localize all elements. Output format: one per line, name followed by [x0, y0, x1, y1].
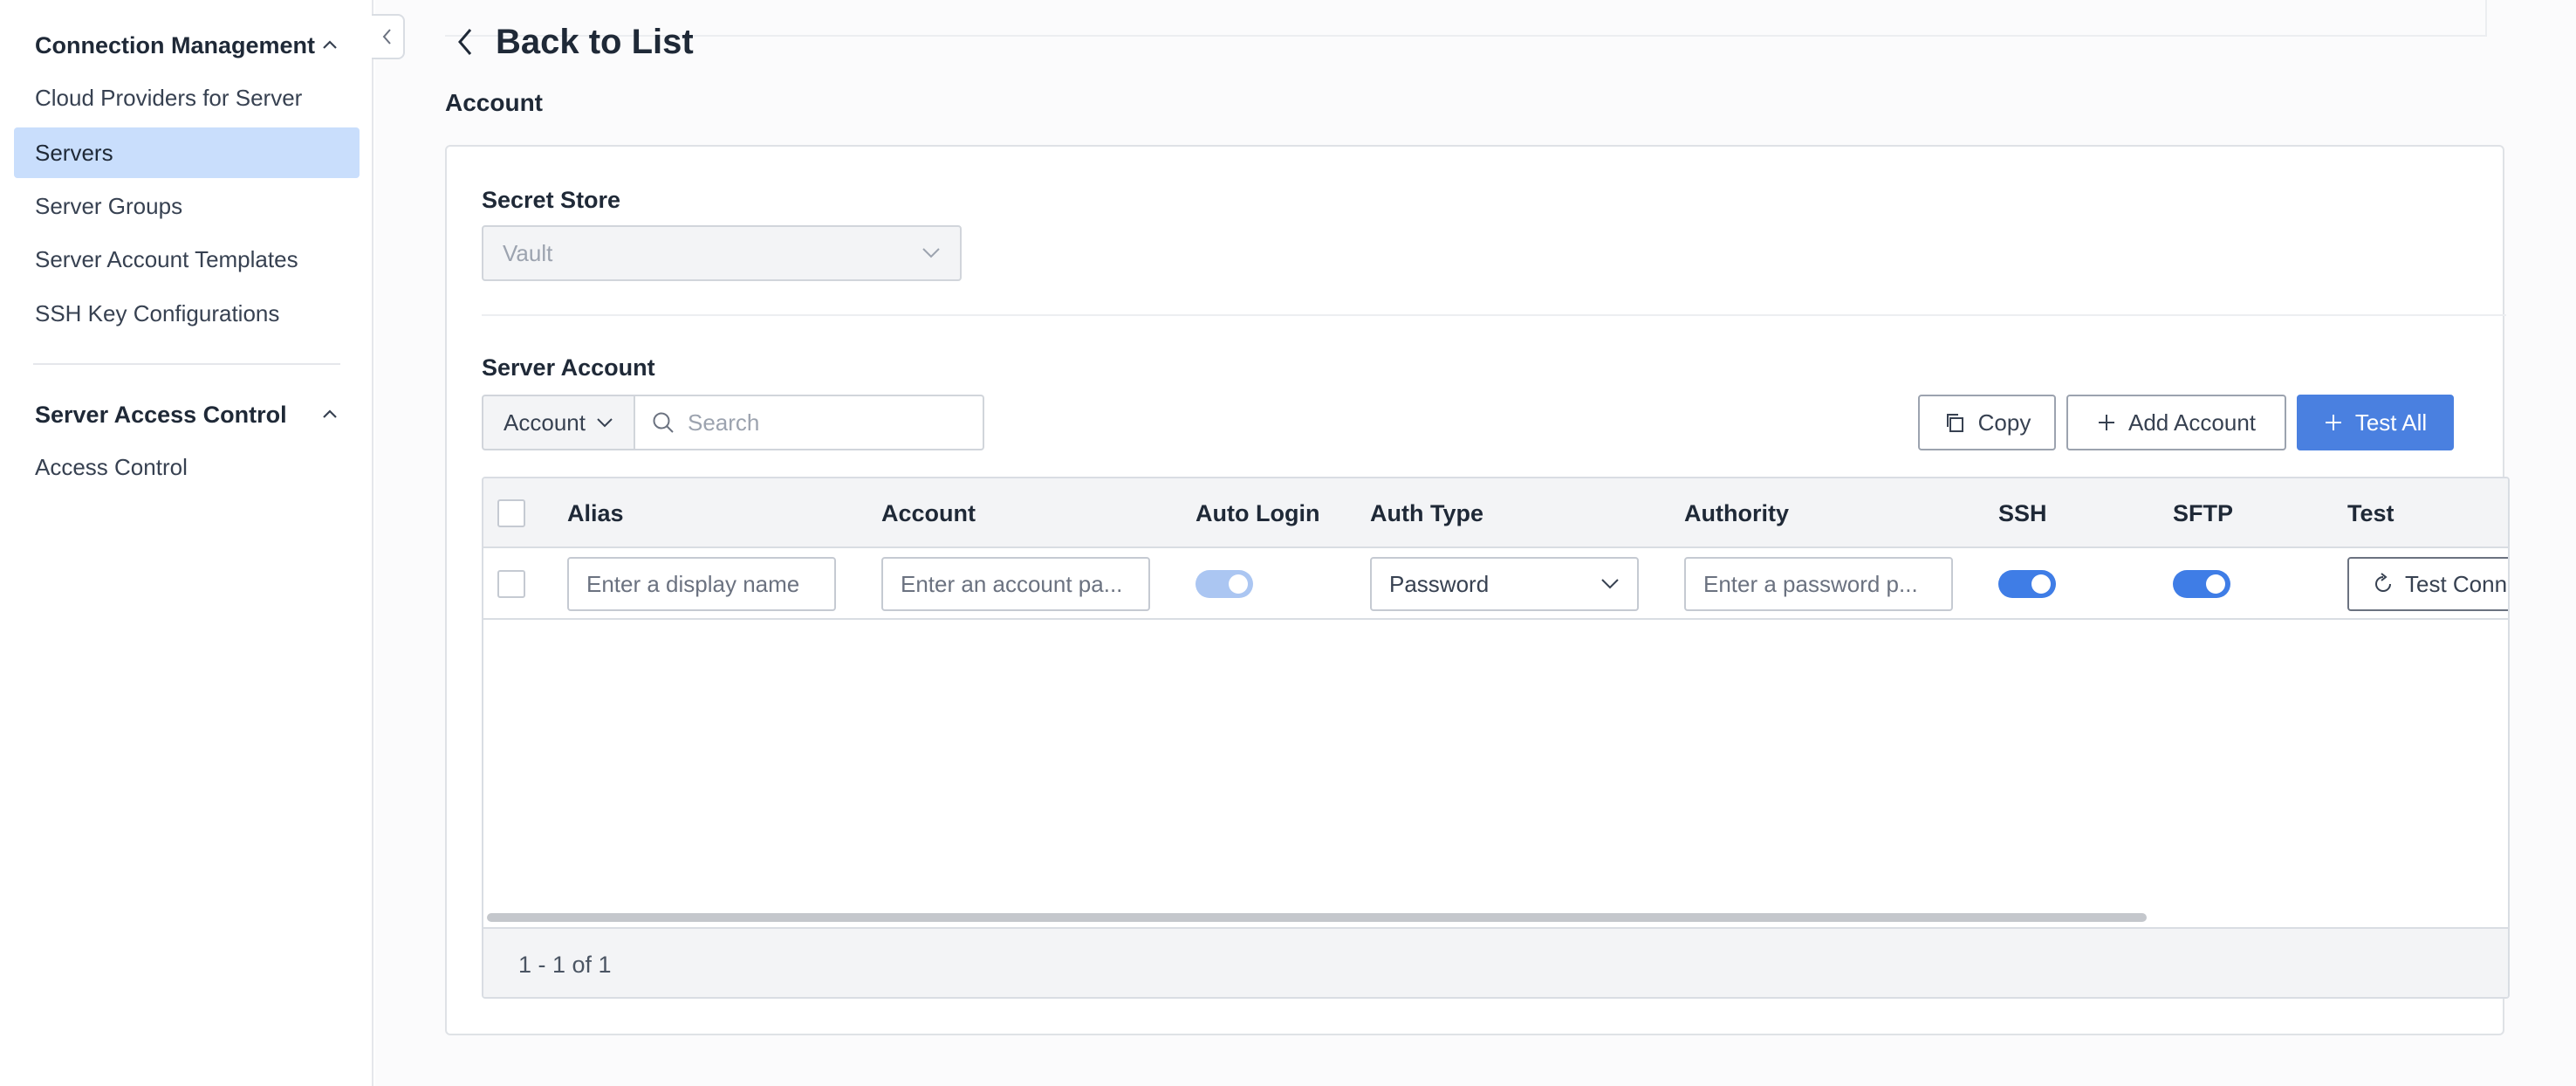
secret-store-label: Secret Store — [482, 187, 621, 213]
table-row: Password Test Conn — [483, 548, 2508, 620]
top-strip — [445, 0, 2487, 37]
copy-icon — [1946, 414, 1963, 432]
copy-button[interactable]: Copy — [1918, 395, 2056, 450]
table-footer: 1 - 1 of 1 — [483, 927, 2508, 997]
section-divider — [482, 314, 2506, 316]
plus-icon — [2325, 415, 2341, 430]
toggle-knob — [1229, 574, 1248, 594]
chevron-down-icon — [922, 248, 940, 258]
add-account-button-label: Add Account — [2128, 409, 2256, 436]
authority-cell — [1684, 548, 1953, 620]
account-cell — [881, 548, 1150, 620]
test-all-button[interactable]: Test All — [2297, 395, 2454, 450]
auth-type-value: Password — [1389, 570, 1490, 597]
chevron-left-icon — [382, 29, 391, 45]
back-to-list-link[interactable]: Back to List — [456, 17, 694, 66]
main-content: Back to List Account Secret Store Vault … — [375, 0, 2576, 1086]
row-checkbox[interactable] — [497, 570, 525, 598]
table-header: Alias Account Auto Login Auth Type Autho… — [483, 478, 2508, 548]
search-type-select[interactable]: Account — [482, 395, 635, 450]
refresh-icon — [2375, 573, 2391, 592]
auth-type-select[interactable]: Password — [1370, 557, 1639, 611]
select-all-checkbox-cell — [497, 478, 525, 548]
search-group: Account — [482, 395, 984, 450]
sidebar-collapse-button[interactable] — [372, 14, 405, 59]
sidebar-item-server-groups[interactable]: Server Groups — [14, 181, 360, 231]
search-icon — [653, 412, 674, 433]
secret-store-value: Vault — [503, 239, 553, 266]
toggle-knob — [2031, 574, 2051, 594]
sidebar-item-server-account-templates[interactable]: Server Account Templates — [14, 234, 360, 285]
search-input[interactable] — [688, 409, 967, 436]
search-input-wrapper — [635, 395, 984, 450]
sidebar: Connection Management Cloud Providers fo… — [0, 0, 373, 1086]
sidebar-item-servers[interactable]: Servers — [14, 127, 360, 178]
test-connection-button[interactable]: Test Conn — [2347, 557, 2508, 611]
authority-input[interactable] — [1684, 557, 1953, 611]
sftp-toggle[interactable] — [2173, 570, 2230, 598]
nav-group-connection-management[interactable]: Connection Management — [35, 26, 340, 65]
row-checkbox-cell — [497, 548, 525, 620]
alias-cell — [567, 548, 836, 620]
horizontal-scrollbar[interactable] — [483, 910, 2508, 927]
sidebar-item-label: Server Groups — [35, 192, 183, 219]
sidebar-item-label: Servers — [35, 139, 113, 166]
select-all-checkbox[interactable] — [497, 499, 525, 527]
auto-login-toggle[interactable] — [1196, 570, 1253, 598]
auto-login-cell — [1196, 548, 1253, 620]
chevron-down-icon — [597, 418, 613, 428]
copy-button-label: Copy — [1977, 409, 2031, 436]
column-header-authority: Authority — [1684, 499, 1789, 526]
ssh-cell — [1998, 548, 2056, 620]
column-header-auto-login: Auto Login — [1196, 499, 1320, 526]
server-account-label: Server Account — [482, 354, 655, 381]
plus-icon — [2099, 415, 2114, 430]
search-type-value: Account — [504, 409, 586, 436]
auth-type-cell: Password — [1370, 548, 1639, 620]
sidebar-item-ssh-key-configurations[interactable]: SSH Key Configurations — [14, 288, 360, 339]
sftp-cell — [2173, 548, 2230, 620]
sidebar-item-label: Cloud Providers for Server — [35, 84, 303, 111]
nav-group-server-access-control[interactable]: Server Access Control — [35, 395, 340, 434]
nav-group-title: Server Access Control — [35, 401, 287, 428]
server-account-table: Alias Account Auto Login Auth Type Autho… — [482, 477, 2510, 999]
column-header-alias: Alias — [567, 499, 624, 526]
column-header-sftp: SFTP — [2173, 499, 2234, 526]
sidebar-item-label: SSH Key Configurations — [35, 299, 280, 326]
back-to-list-label: Back to List — [496, 22, 694, 61]
scrollbar-thumb[interactable] — [487, 913, 2147, 922]
sidebar-item-access-control[interactable]: Access Control — [14, 442, 360, 492]
column-header-account: Account — [881, 499, 976, 526]
section-title: Account — [445, 89, 543, 116]
column-header-test: Test — [2347, 499, 2394, 526]
pagination-text: 1 - 1 of 1 — [518, 951, 612, 978]
chevron-left-icon — [458, 29, 472, 55]
sidebar-item-cloud-providers[interactable]: Cloud Providers for Server — [14, 72, 360, 123]
alias-input[interactable] — [567, 557, 836, 611]
add-account-button[interactable]: Add Account — [2066, 395, 2286, 450]
sidebar-item-label: Server Account Templates — [35, 245, 298, 272]
toggle-knob — [2206, 574, 2225, 594]
test-cell: Test Conn — [2347, 548, 2508, 620]
test-connection-label: Test Conn — [2405, 570, 2508, 597]
nav-group-title: Connection Management — [35, 31, 316, 58]
nav-divider — [33, 363, 340, 365]
sidebar-item-label: Access Control — [35, 453, 188, 480]
account-card: Secret Store Vault Server Account Accoun… — [445, 145, 2510, 1035]
test-all-button-label: Test All — [2354, 409, 2428, 436]
secret-store-select: Vault — [482, 225, 962, 281]
chevron-up-icon — [323, 409, 337, 418]
chevron-down-icon — [1601, 579, 1619, 589]
ssh-toggle[interactable] — [1998, 570, 2056, 598]
column-header-ssh: SSH — [1998, 499, 2047, 526]
column-header-auth-type: Auth Type — [1370, 499, 1483, 526]
chevron-up-icon — [323, 40, 337, 49]
account-input[interactable] — [881, 557, 1150, 611]
